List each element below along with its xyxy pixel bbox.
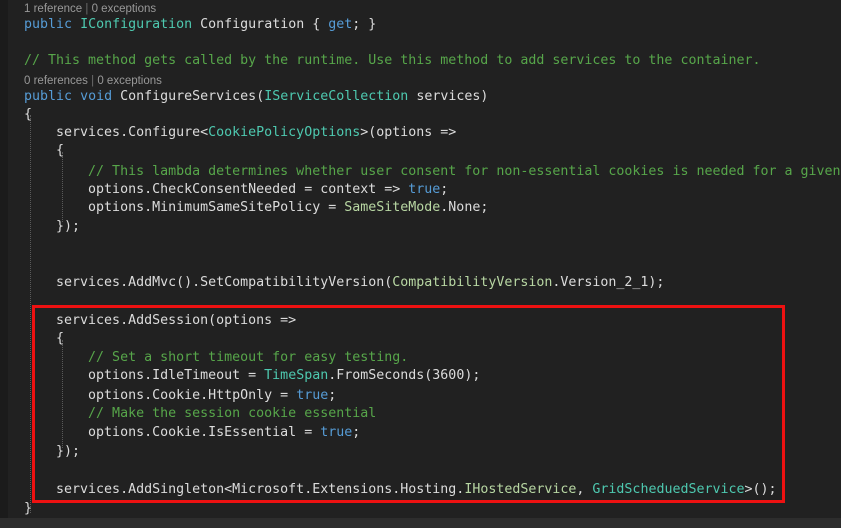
code-token-pln: .Extensions.Hosting. <box>304 482 465 497</box>
code-line[interactable]: // Make the session cookie essential <box>24 405 376 423</box>
code-token-typ: IConfiguration <box>80 17 193 32</box>
code-token-pln: Configuration { <box>192 17 329 32</box>
code-token-enm: IHostedService <box>464 482 577 497</box>
code-token-pln: Microsoft <box>232 482 305 497</box>
code-token-cmt: // This lambda determines whether user c… <box>24 164 841 179</box>
code-token-kw: get <box>328 17 353 32</box>
horizontal-scrollbar[interactable] <box>0 518 841 528</box>
code-token-kw: public <box>24 17 73 32</box>
codelens-separator: | <box>87 75 98 87</box>
code-token-pln: options.IdleTimeout = <box>24 368 265 383</box>
code-token-typ: IServiceCollection <box>264 89 409 104</box>
codelens-references[interactable]: 0 references <box>24 75 88 87</box>
code-token-enm: CompatibilityVersion <box>392 275 553 290</box>
code-token-cmt: // Make the session cookie essential <box>24 406 377 421</box>
codelens-references[interactable]: 1 reference <box>24 3 82 15</box>
code-line[interactable]: options.IdleTimeout = TimeSpan.FromSecon… <box>24 367 480 385</box>
code-line[interactable]: { <box>24 106 32 124</box>
code-line[interactable]: } <box>24 500 32 518</box>
code-token-pln: >(options => <box>360 125 457 140</box>
code-token-pln: { <box>24 331 65 346</box>
code-token-pln: services.AddMvc().SetCompatibilityVersio… <box>24 275 393 290</box>
code-text-area[interactable]: 1 reference | 0 exceptions 0 references |… <box>0 0 841 518</box>
codelens-exceptions[interactable]: 0 exceptions <box>92 3 157 15</box>
code-token-kw: true <box>296 388 329 403</box>
code-token-pln: { <box>24 143 65 158</box>
code-token-pln: }); <box>24 219 81 234</box>
code-line[interactable]: services.AddMvc().SetCompatibilityVersio… <box>24 274 664 292</box>
code-line[interactable]: options.CheckConsentNeeded = context => … <box>24 181 448 199</box>
code-line[interactable]: services.Configure<CookiePolicyOptions>(… <box>24 124 456 142</box>
code-token-kw: void <box>80 89 113 104</box>
code-line[interactable]: public void ConfigureServices(IServiceCo… <box>24 88 488 106</box>
code-token-kw: true <box>408 182 441 197</box>
code-token-pln: options.Cookie.IsEssential = <box>24 425 321 440</box>
code-token-typ: TimeSpan <box>264 368 329 383</box>
code-editor-surface[interactable]: 1 reference | 0 exceptions 0 references |… <box>0 0 841 528</box>
code-token-cmt: // This method gets called by the runtim… <box>24 53 761 68</box>
code-line[interactable]: { <box>24 330 64 348</box>
code-token-pln: .Version_2_1); <box>552 275 665 290</box>
code-token-kw: public <box>24 89 73 104</box>
code-token-pln: options.CheckConsentNeeded = context => <box>24 182 409 197</box>
code-token-pln: ; <box>440 182 449 197</box>
codelens-configuration[interactable]: 1 reference | 0 exceptions <box>24 2 156 16</box>
code-line[interactable]: // Set a short timeout for easy testing. <box>24 349 408 367</box>
code-token-pln: services.AddSingleton< <box>24 482 233 497</box>
code-token-cmt: // Set a short timeout for easy testing. <box>24 350 409 365</box>
code-line[interactable]: services.AddSingleton<Microsoft.Extensio… <box>24 481 777 499</box>
code-line[interactable]: }); <box>24 443 80 461</box>
code-token-pln: services.Configure< <box>24 125 209 140</box>
code-line[interactable]: { <box>24 142 64 160</box>
code-token-pln: ; <box>352 425 361 440</box>
codelens-exceptions[interactable]: 0 exceptions <box>97 75 162 87</box>
code-token-pln: { <box>24 107 33 122</box>
code-token-pln: ); <box>464 368 481 383</box>
code-token-pln: .None; <box>440 200 489 215</box>
code-token-typ: CookiePolicyOptions <box>208 125 361 140</box>
code-token-pln: ConfigureServices( <box>112 89 265 104</box>
codelens-separator: | <box>82 3 92 15</box>
code-line[interactable]: // This method gets called by the runtim… <box>24 52 761 70</box>
code-line[interactable]: public IConfiguration Configuration { ge… <box>24 16 376 34</box>
code-token-pln <box>72 89 80 104</box>
code-token-typ: GridScheduedService <box>592 482 745 497</box>
code-token-pln: .FromSeconds( <box>328 368 433 383</box>
code-token-pln: }); <box>24 444 81 459</box>
code-token-pln: ; <box>328 388 337 403</box>
code-token-pln: options.Cookie.HttpOnly = <box>24 388 297 403</box>
code-line[interactable]: // This lambda determines whether user c… <box>24 163 841 181</box>
code-line[interactable]: options.MinimumSameSitePolicy = SameSite… <box>24 199 488 217</box>
code-token-pln: >(); <box>744 482 777 497</box>
code-token-pln: services.AddSession(options => <box>24 313 297 328</box>
code-token-num: 3600 <box>432 368 465 383</box>
code-token-pln: ; } <box>352 17 377 32</box>
codelens-configureservices[interactable]: 0 references | 0 exceptions <box>24 74 162 88</box>
code-line[interactable]: }); <box>24 218 80 236</box>
code-line[interactable]: options.Cookie.HttpOnly = true; <box>24 387 336 405</box>
code-token-pln <box>72 17 80 32</box>
code-line[interactable]: services.AddSession(options => <box>24 312 296 330</box>
code-token-pln: } <box>24 501 33 516</box>
code-token-kw: true <box>320 425 353 440</box>
code-token-pln: options.MinimumSameSitePolicy = <box>24 200 345 215</box>
code-line[interactable]: options.Cookie.IsEssential = true; <box>24 424 360 442</box>
code-token-enm: SameSiteMode <box>344 200 441 215</box>
code-token-pln: , <box>576 482 593 497</box>
code-token-pln: services) <box>408 89 489 104</box>
